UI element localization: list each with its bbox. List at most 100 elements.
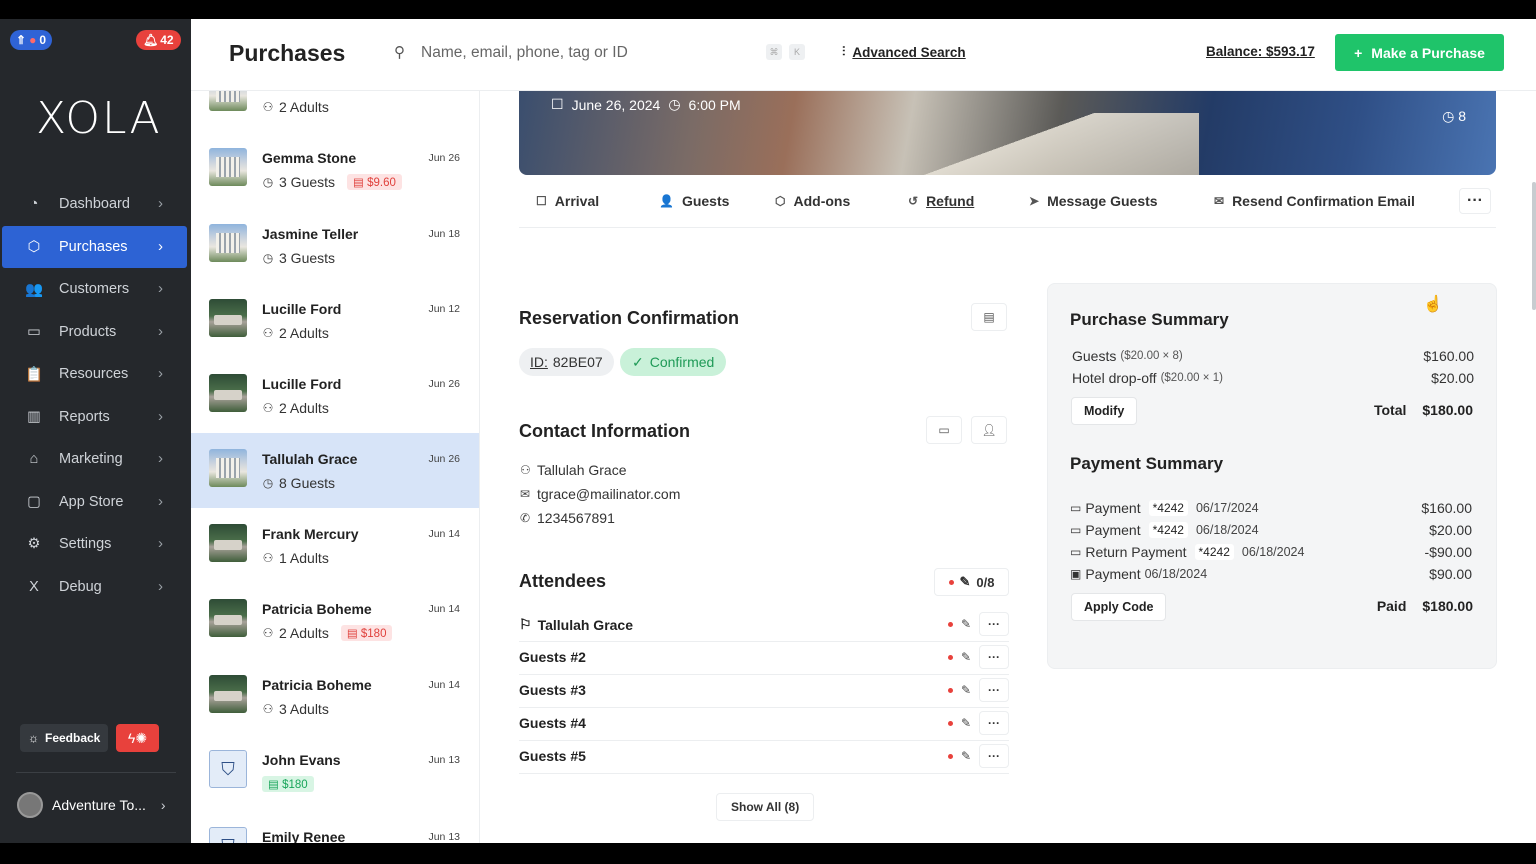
purchase-list-item[interactable]: Frank Mercury Jun 14 ⚇ 1 Adults <box>191 508 479 583</box>
sidebar-item-label: Resources <box>59 366 129 382</box>
person-icon: ⚇ <box>262 326 274 340</box>
attendee-more-button[interactable]: ··· <box>979 744 1009 768</box>
attendee-more-button[interactable]: ··· <box>979 711 1009 735</box>
action-arrival[interactable]: ☐ Arrival <box>536 193 599 209</box>
attendee-more-button[interactable]: ··· <box>979 612 1009 636</box>
sidebar-item-purchases[interactable]: ⬡ Purchases › <box>2 225 187 268</box>
sidebar-item-label: Marketing <box>59 451 123 467</box>
sidebar-item-reports[interactable]: ▥ Reports › <box>2 396 187 438</box>
edit-icon[interactable]: ✎ <box>961 749 971 763</box>
action-resend-confirmation-email[interactable]: ✉ Resend Confirmation Email <box>1214 193 1415 209</box>
shopping-bag-icon: ⛉ <box>209 827 247 843</box>
app-window: ⇑ ● 0 🔔︎ 42 XOLA ◔ Dashboard › ⬡ Purchases › 👥 Cus… <box>0 19 1536 843</box>
sidebar-item-app-store[interactable]: ▢ App Store › <box>2 481 187 523</box>
attendee-row[interactable]: Guests #5 ✎ ··· <box>519 741 1009 774</box>
purchase-customer-name: Frank Mercury <box>262 526 359 542</box>
purchase-list-item[interactable]: Gemma Stone Jun 26 ◷ 3 Guests ▤ $9.60 <box>191 132 479 207</box>
id-label: ID: <box>530 354 548 370</box>
purchase-date: Jun 26 <box>428 453 460 465</box>
attendee-row[interactable]: Guests #4 ✎ ··· <box>519 708 1009 741</box>
attendees-count-button[interactable]: ✎ 0/8 <box>934 568 1009 596</box>
account-menu[interactable]: Adventure To... › <box>17 792 166 818</box>
product-thumbnail <box>209 148 247 186</box>
purchase-list-item[interactable]: Jasmine Teller Jun 18 ◷ 3 Guests <box>191 208 479 283</box>
attendee-name-text: Guests #4 <box>519 715 586 731</box>
attendee-name: Guests #5 <box>519 748 586 764</box>
purchase-list-item[interactable]: Patricia Boheme Jun 14 ⚇ 3 Adults <box>191 659 479 734</box>
sidebar-item-label: Dashboard <box>59 196 130 212</box>
bug-report-button[interactable]: ϟ✺ <box>116 724 159 752</box>
chat-icon: ▭ <box>938 423 950 437</box>
contact-phone[interactable]: 1234567891 <box>537 510 615 526</box>
message-button[interactable]: ▭ <box>926 416 962 444</box>
credit-card-icon: ▭ <box>1070 545 1082 559</box>
kbd-k-hint: K <box>789 44 805 60</box>
sidebar-item-marketing[interactable]: ⌂ Marketing › <box>2 438 187 480</box>
avatar <box>17 792 43 818</box>
purchase-list-item[interactable]: Lucille Ford Jun 26 ⚇ 2 Adults <box>191 358 479 433</box>
action-message-guests[interactable]: ➤ Message Guests <box>1029 193 1158 209</box>
customer-profile-button[interactable]: 👤︎ <box>971 416 1007 444</box>
scrollbar[interactable] <box>1532 182 1536 310</box>
mail-icon: ✉ <box>520 487 531 501</box>
sidebar-item-customers[interactable]: 👥 Customers › <box>2 268 187 310</box>
advanced-search-link[interactable]: ⫶ Advanced Search <box>842 44 966 60</box>
purchase-list-item[interactable]: ⚇ 2 Adults <box>191 91 479 132</box>
make-purchase-button[interactable]: + Make a Purchase <box>1335 34 1504 71</box>
action-add-ons[interactable]: ⬡ Add-ons <box>775 193 850 209</box>
purchase-list-item[interactable]: Lucille Ford Jun 12 ⚇ 2 Adults <box>191 283 479 358</box>
alert-badge[interactable]: 🔔︎ 42 <box>136 30 181 50</box>
attendee-more-button[interactable]: ··· <box>979 678 1009 702</box>
edit-icon[interactable]: ✎ <box>961 716 971 730</box>
more-actions-button[interactable]: ··· <box>1459 188 1491 214</box>
sidebar-item-products[interactable]: ▭ Products › <box>2 311 187 353</box>
sidebar-item-resources[interactable]: 📋 Resources › <box>2 353 187 395</box>
payment-date: 06/18/2024 <box>1195 523 1259 537</box>
total-value: $180.00 <box>1422 402 1473 418</box>
edit-icon[interactable]: ✎ <box>961 650 971 664</box>
attendee-tools: ✎ ··· <box>947 612 1009 636</box>
balance-link[interactable]: Balance: $593.17 <box>1206 44 1315 59</box>
reservation-id[interactable]: ID: 82BE07 <box>519 348 614 376</box>
chevron-right-icon: › <box>158 492 163 510</box>
edit-icon[interactable]: ✎ <box>961 683 971 697</box>
notification-badge[interactable]: ⇑ ● 0 <box>10 30 52 50</box>
purchase-summary-line: ◷ 3 Guests ▤ $9.60 <box>262 174 402 190</box>
contact-email[interactable]: tgrace@mailinator.com <box>537 486 680 502</box>
sidebar-item-dashboard[interactable]: ◔ Dashboard › <box>2 183 187 225</box>
action-bar: ··· ☐ Arrival 👤 Guests ⬡ Add-ons ↺ Refund ➤ Messa… <box>519 188 1496 228</box>
purchase-summary-line: ◷ 8 Guests <box>262 475 335 491</box>
attendee-row[interactable]: ⚐ Tallulah Grace ✎ ··· <box>519 609 1009 642</box>
payment-row: ▭ Return Payment *4242 06/18/2024 -$90.00 <box>1070 544 1472 560</box>
person-icon: ⚇ <box>262 702 274 716</box>
purchase-customer-name: Lucille Ford <box>262 376 342 392</box>
feedback-button[interactable]: ☼ Feedback <box>20 724 109 752</box>
attendee-row[interactable]: Guests #3 ✎ ··· <box>519 675 1009 708</box>
apply-code-button[interactable]: Apply Code <box>1071 593 1167 621</box>
payment-label: Payment <box>1085 522 1141 538</box>
modify-button[interactable]: Modify <box>1071 397 1138 425</box>
action-refund[interactable]: ↺ Refund <box>908 193 974 209</box>
edit-icon: ✎ <box>959 574 971 589</box>
show-all-button[interactable]: Show All (8) <box>716 793 815 821</box>
purchase-list-item[interactable]: Patricia Boheme Jun 14 ⚇ 2 Adults ▤ $180 <box>191 583 479 658</box>
total-label: Total <box>1373 402 1407 418</box>
ellipsis-icon: ··· <box>988 749 1000 763</box>
action-guests[interactable]: 👤 Guests <box>659 193 729 209</box>
xola-logo[interactable]: XOLA <box>36 93 162 144</box>
purchase-list-item[interactable]: ⛉ Emily Renee Jun 13 <box>191 811 479 843</box>
sidebar-item-debug[interactable]: X Debug › <box>2 566 187 608</box>
hand-cursor-icon: ☝ <box>1423 296 1443 313</box>
search-input[interactable] <box>421 41 751 65</box>
purchase-summary-line: ⚇ 2 Adults ▤ $180 <box>262 625 393 641</box>
edit-icon[interactable]: ✎ <box>961 617 971 631</box>
purchase-list-item[interactable]: ⛉ John Evans Jun 13 ▤ $180 <box>191 734 479 809</box>
product-thumbnail <box>209 524 247 562</box>
purchase-list-item[interactable]: Tallulah Grace Jun 26 ◷ 8 Guests <box>191 433 479 508</box>
attendee-more-button[interactable]: ··· <box>979 645 1009 669</box>
calendar-icon: ☐ <box>551 96 564 112</box>
print-button[interactable]: ▤ <box>971 303 1007 331</box>
sidebar-item-settings[interactable]: ⚙ Settings › <box>2 523 187 565</box>
attendee-row[interactable]: Guests #2 ✎ ··· <box>519 642 1009 675</box>
phone-icon: ✆ <box>520 511 531 525</box>
